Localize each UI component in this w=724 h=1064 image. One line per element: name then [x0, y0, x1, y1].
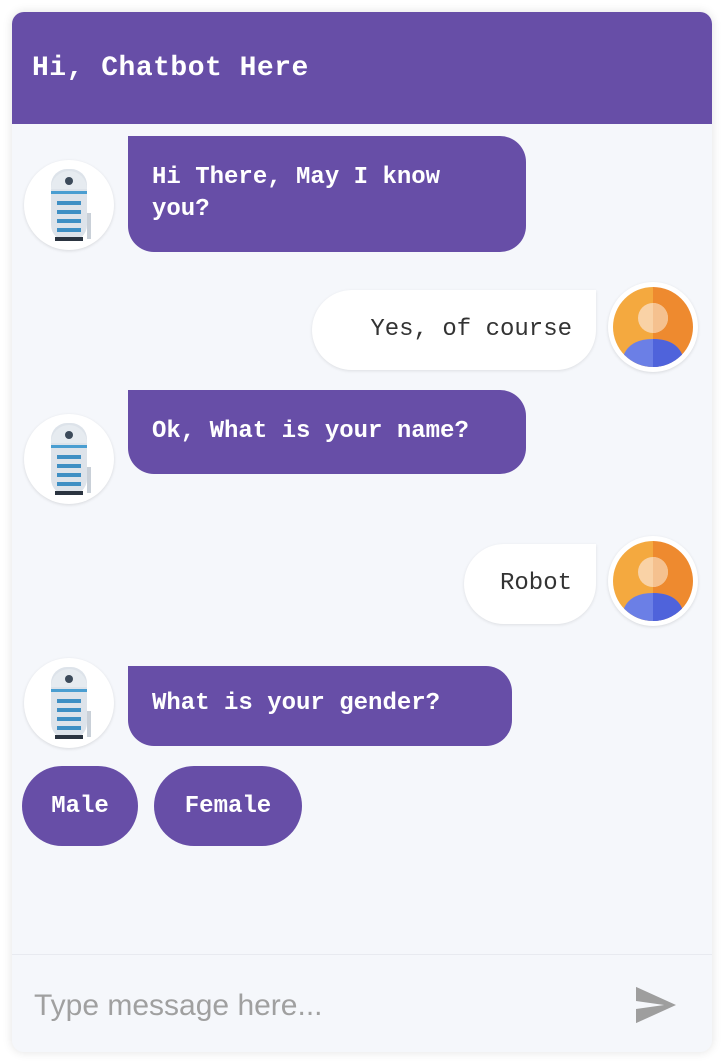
bot-avatar	[24, 160, 114, 250]
user-avatar-icon	[613, 287, 693, 367]
user-message: Robot	[464, 544, 596, 624]
chat-window: Hi, Chatbot Here Hi There, May I know yo…	[12, 12, 712, 1052]
message-input[interactable]	[32, 983, 616, 1029]
option-male-button[interactable]: Male	[22, 766, 138, 846]
bot-message: Hi There, May I know you?	[128, 136, 526, 252]
send-icon	[636, 986, 676, 1024]
send-button[interactable]	[630, 979, 682, 1031]
bot-avatar	[24, 658, 114, 748]
user-avatar	[608, 536, 698, 626]
user-avatar-icon	[613, 541, 693, 621]
bot-message: What is your gender?	[128, 666, 512, 746]
user-message: Yes, of course	[312, 290, 596, 370]
chat-header: Hi, Chatbot Here	[12, 12, 712, 124]
robot-icon	[51, 423, 91, 495]
bot-avatar	[24, 414, 114, 504]
option-female-button[interactable]: Female	[154, 766, 302, 846]
bot-message: Ok, What is your name?	[128, 390, 526, 474]
robot-icon	[51, 169, 91, 241]
robot-icon	[51, 667, 91, 739]
chat-title: Hi, Chatbot Here	[32, 52, 309, 84]
user-avatar	[608, 282, 698, 372]
message-input-bar	[12, 954, 712, 1052]
